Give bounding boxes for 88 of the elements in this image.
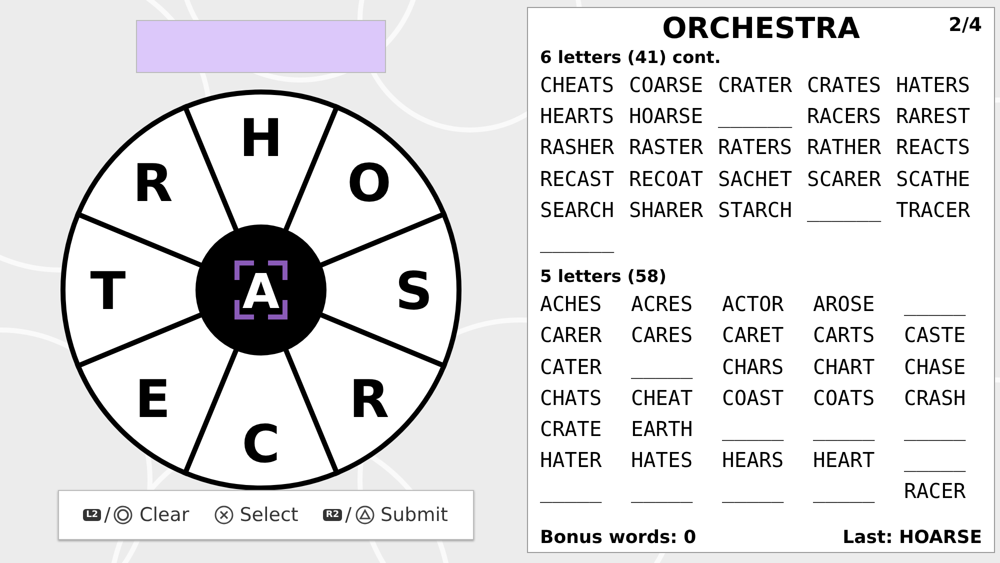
word-cell-text: CHART (813, 354, 876, 380)
hint-label: Submit (380, 504, 448, 526)
word-cell-text: RASHER (540, 134, 616, 162)
word-cell-text: CASTE (904, 322, 967, 350)
wheel-letter: E (134, 370, 170, 430)
wheel-letter: O (346, 154, 391, 214)
hint-label: Select (240, 504, 298, 526)
word-cell-text: ______ (807, 196, 882, 224)
word-cell-text: CATER (540, 354, 603, 380)
word-cell-text: HEARS (722, 447, 785, 474)
word-cell-text: RATHER (807, 134, 882, 162)
word-cell-text: CARES (631, 322, 694, 350)
word-cell-text: CRASH (904, 384, 967, 412)
word-entry-field[interactable] (136, 20, 386, 73)
word-cell-text: CARET (722, 322, 785, 350)
word-cell-text: RASTER (629, 134, 704, 162)
word-cell-text: COARSE (629, 72, 704, 99)
word-cell-text: HEARTS (540, 103, 616, 130)
bonus-count: Bonus words: 0 (540, 527, 696, 548)
word-cell-text: RATERS (718, 134, 794, 162)
word-cell-text: SHARER (629, 196, 704, 224)
circle-button-icon (113, 505, 134, 525)
word-cell-text: ______ (540, 228, 616, 255)
word-cell-text: _____ (631, 478, 694, 506)
word-cell-text: CRATES (807, 72, 882, 99)
hint-label: Clear (139, 504, 190, 526)
word-cell-text: SEARCH (540, 196, 616, 224)
word-cell-text: RACERS (807, 103, 882, 130)
word-cell-text: _____ (904, 416, 967, 443)
word-cell-text: ACTOR (722, 291, 785, 318)
word-cell-text: RAREST (896, 103, 972, 130)
word-cell-text: TRACER (896, 196, 972, 224)
word-cell-text: CRATE (540, 416, 603, 443)
word-cell-text: CHEAT (631, 384, 694, 412)
word-cell-text: HATER (540, 447, 603, 474)
word-cell-text: STARCH (718, 196, 794, 224)
word-cell-text: CRATER (718, 72, 794, 99)
word-cell-text: REACTS (896, 134, 972, 162)
word-cell-text: SCARER (807, 166, 882, 193)
word-cell-text: ______ (718, 103, 794, 130)
word-cell-text: COAST (722, 384, 785, 412)
word-cell-text: _____ (904, 447, 967, 474)
center-letter: A (242, 264, 280, 320)
word-cell-text: HEART (813, 447, 876, 474)
word-cell-text: CHATS (540, 384, 603, 412)
word-cell-text: ACHES (540, 291, 603, 318)
section-heading: 6 letters (41) cont. (540, 48, 722, 70)
word-cell-text: EARTH (631, 416, 694, 443)
word-cell-text: _____ (904, 291, 967, 318)
puzzle-title: ORCHESTRA (662, 11, 860, 45)
word-cell-text: SACHET (718, 166, 794, 193)
word-cell-text: CHEATS (540, 72, 616, 99)
wheel-letter: C (241, 415, 280, 475)
word-cell-text: RECAST (540, 166, 616, 193)
letter-wheel-drawing[interactable] (60, 90, 461, 490)
word-cell-text: CHARS (722, 354, 785, 380)
word-cell-text: ACRES (631, 291, 694, 318)
wheel-letter: R (132, 154, 172, 214)
page-indicator: 2/4 (948, 14, 982, 36)
wheel-letter: H (238, 109, 282, 169)
word-cell-text: CARER (540, 322, 603, 350)
word-cell-text: HOARSE (629, 103, 704, 130)
word-cell-text: HATERS (896, 72, 972, 99)
shoulder-button-badge: L2 (83, 509, 102, 521)
word-cell-text: HATES (631, 447, 694, 474)
word-cell-text: _____ (722, 416, 785, 443)
wheel-letter: R (348, 370, 389, 430)
word-cell-text: _____ (813, 416, 876, 443)
word-cell-text: _____ (631, 354, 694, 381)
last-word: Last: HOARSE (842, 527, 982, 548)
word-cell-text: RECOAT (629, 166, 704, 193)
triangle-button-icon (354, 505, 375, 525)
separator-text: / (345, 504, 352, 526)
word-cell-text: COATS (813, 384, 876, 412)
word-cell-text: CARTS (813, 322, 876, 350)
word-cell-text: _____ (813, 478, 876, 506)
section-heading: 5 letters (58) (540, 267, 668, 290)
shoulder-button-badge: R2 (322, 509, 342, 521)
word-cell-text: RACER (904, 478, 967, 506)
word-cell-text: SCATHE (896, 166, 972, 193)
word-cell-text: AROSE (813, 291, 876, 318)
cross-button-icon (214, 505, 234, 525)
separator-text: / (104, 504, 110, 526)
wheel-letter: S (394, 262, 432, 322)
word-cell-text: _____ (540, 478, 603, 506)
wheel-letter: T (90, 262, 126, 322)
word-cell-text: CHASE (904, 354, 967, 380)
word-cell-text: _____ (722, 478, 785, 506)
